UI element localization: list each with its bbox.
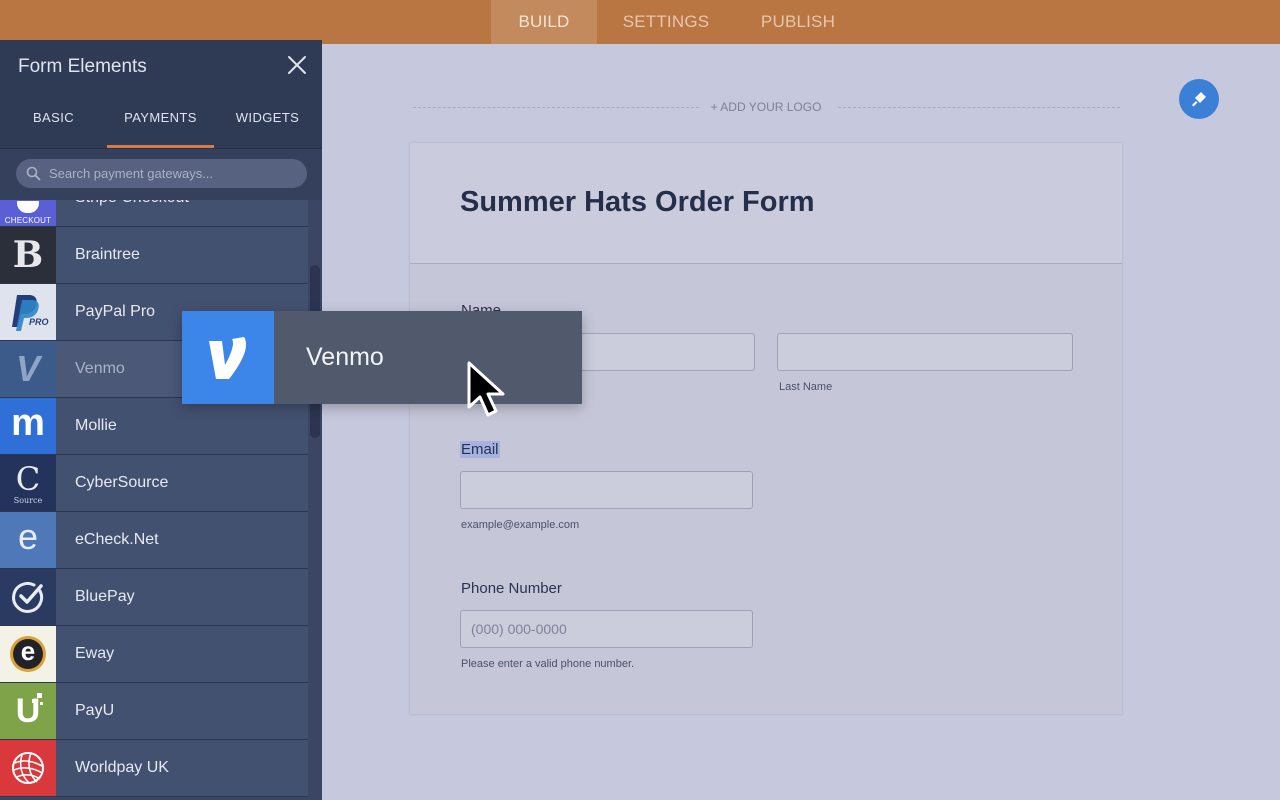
list-item-label: Stripe Checkout <box>75 200 189 226</box>
search-input[interactable] <box>16 159 307 188</box>
list-item-payu[interactable]: U PayU <box>0 683 308 740</box>
email-label-text: Email <box>460 441 500 458</box>
form-elements-panel: Form Elements BASIC PAYMENTS WIDGETS CHE… <box>0 40 322 800</box>
search-icon <box>26 166 41 181</box>
list-item-label: Mollie <box>75 417 117 434</box>
dragged-venmo-element[interactable]: Venmo <box>182 311 582 404</box>
list-item-label: Venmo <box>75 360 125 377</box>
venmo-logo <box>182 311 274 404</box>
payment-gateway-list: CHECKOUT Stripe Checkout B Braintree PRO… <box>0 200 308 800</box>
logo-divider-left <box>413 107 699 108</box>
list-item-eway[interactable]: e Eway <box>0 626 308 683</box>
venmo-logo: V <box>0 341 56 397</box>
last-name-input[interactable] <box>777 333 1073 371</box>
tab-payments[interactable]: PAYMENTS <box>107 92 214 148</box>
list-item-label: eCheck.Net <box>75 531 159 548</box>
email-label: Email <box>460 441 500 458</box>
stripe-checkout-logo: CHECKOUT <box>0 200 56 226</box>
form-header: Summer Hats Order Form <box>410 143 1122 264</box>
form-title[interactable]: Summer Hats Order Form <box>460 186 815 219</box>
bluepay-logo <box>0 569 56 625</box>
paypal-pro-logo: PRO <box>0 284 56 340</box>
list-item-label: PayU <box>75 702 115 719</box>
braintree-logo: B <box>0 227 56 283</box>
search-area <box>0 148 322 200</box>
email-sublabel: example@example.com <box>461 519 580 531</box>
panel-header: Form Elements <box>0 40 322 92</box>
echeck-logo: e <box>0 512 56 568</box>
dragged-element-label: Venmo <box>306 343 384 371</box>
last-name-sublabel: Last Name <box>779 381 833 393</box>
eway-logo: e <box>0 626 56 682</box>
tab-publish[interactable]: PUBLISH <box>740 0 856 44</box>
tab-basic[interactable]: BASIC <box>0 92 107 148</box>
payu-logo: U <box>0 683 56 739</box>
form-card: Summer Hats Order Form Name Last Name Em… <box>410 143 1122 714</box>
panel-tabs: BASIC PAYMENTS WIDGETS <box>0 92 322 148</box>
list-item-label: CyberSource <box>75 474 169 491</box>
close-icon[interactable] <box>285 53 309 77</box>
list-item-bluepay[interactable]: BluePay <box>0 569 308 626</box>
add-logo-link[interactable]: + ADD YOUR LOGO <box>690 100 842 114</box>
list-item-label: BluePay <box>75 588 135 605</box>
tab-build[interactable]: BUILD <box>491 0 597 44</box>
form-designer-button[interactable] <box>1179 79 1219 119</box>
paint-roller-icon <box>1192 92 1206 107</box>
top-navigation-bar: BUILD SETTINGS PUBLISH <box>0 0 1280 44</box>
phone-label: Phone Number <box>461 580 562 597</box>
cybersource-logo: C Source <box>0 455 56 511</box>
list-item-echeck[interactable]: e eCheck.Net <box>0 512 308 569</box>
logo-divider-right <box>838 107 1120 108</box>
tab-widgets[interactable]: WIDGETS <box>214 92 321 148</box>
list-item-worldpay-uk[interactable]: Worldpay UK <box>0 740 308 797</box>
phone-input[interactable] <box>460 610 753 648</box>
list-item-mollie[interactable]: m Mollie <box>0 398 308 455</box>
worldpay-logo <box>0 740 56 796</box>
mouse-cursor-icon <box>466 360 510 420</box>
tab-settings[interactable]: SETTINGS <box>606 0 726 44</box>
mollie-logo: m <box>0 398 56 454</box>
email-input[interactable] <box>460 471 753 509</box>
list-item-label: Eway <box>75 645 115 662</box>
phone-sublabel: Please enter a valid phone number. <box>461 658 635 670</box>
list-item-braintree[interactable]: B Braintree <box>0 227 308 284</box>
panel-title: Form Elements <box>18 56 147 77</box>
list-item-stripe-checkout[interactable]: CHECKOUT Stripe Checkout <box>0 200 308 227</box>
list-item-label: Braintree <box>75 246 140 263</box>
list-item-label: Worldpay UK <box>75 759 169 776</box>
list-item-label: PayPal Pro <box>75 303 156 320</box>
list-item-cybersource[interactable]: C Source CyberSource <box>0 455 308 512</box>
